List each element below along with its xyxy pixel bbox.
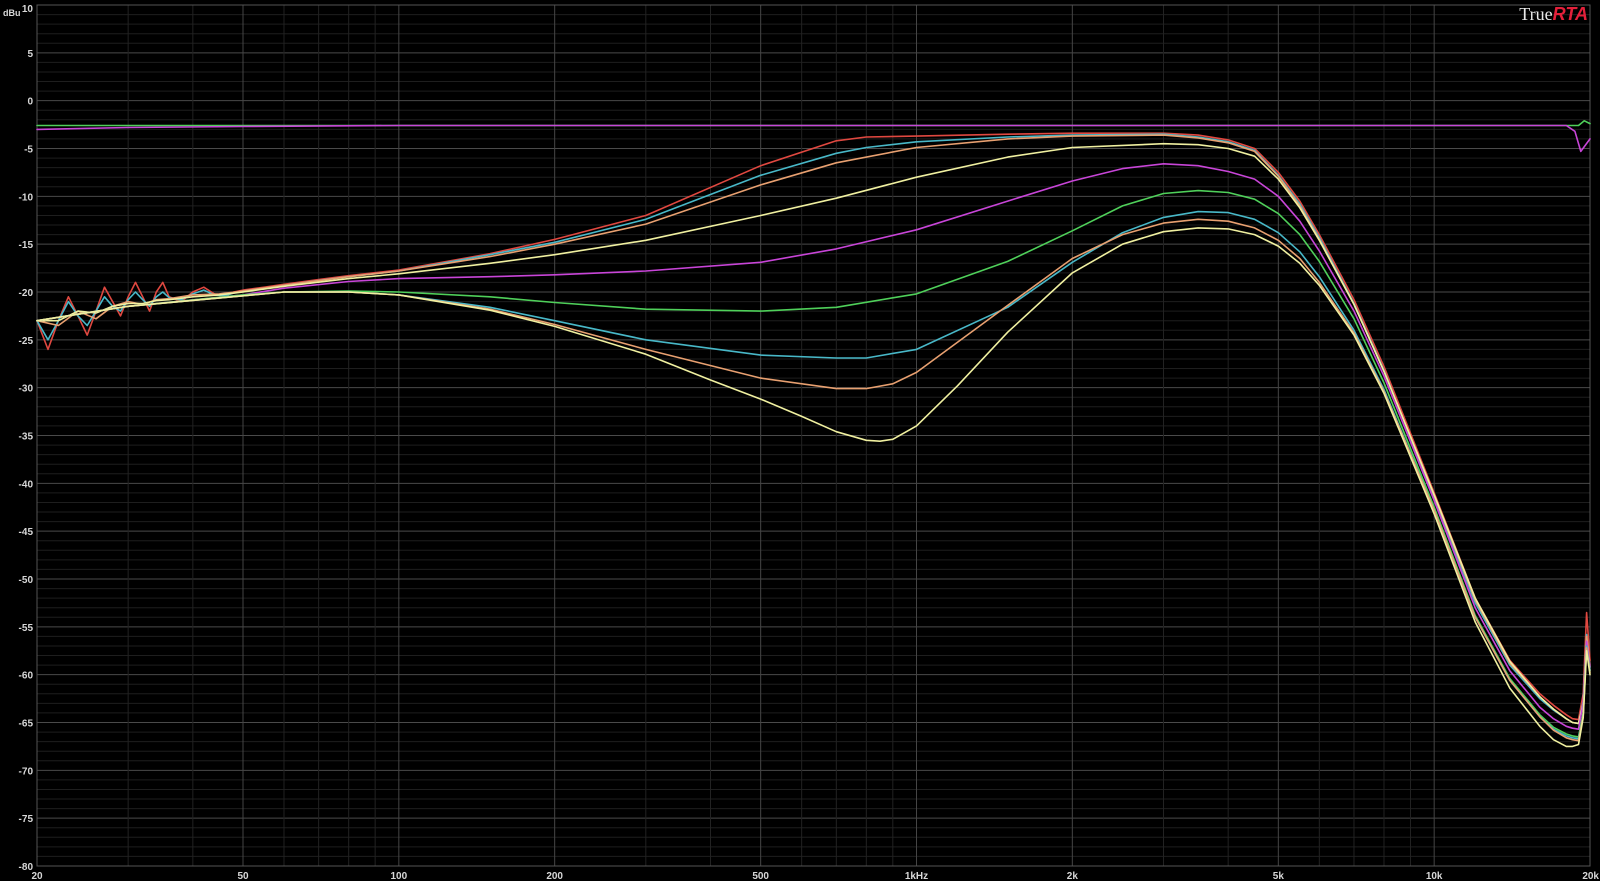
y-tick-label: -35 bbox=[19, 432, 34, 443]
y-tick-label: -15 bbox=[19, 240, 34, 251]
x-tick-label: 5k bbox=[1273, 871, 1285, 881]
truerta-logo: TrueRTA bbox=[1519, 4, 1588, 24]
y-tick-label: -65 bbox=[19, 719, 34, 730]
x-tick-label: 2k bbox=[1067, 871, 1079, 881]
y-tick-label: -70 bbox=[19, 766, 34, 777]
x-tick-label: 10k bbox=[1426, 871, 1443, 881]
y-tick-label: -20 bbox=[19, 288, 34, 299]
y-tick-label: 0 bbox=[27, 97, 33, 108]
chart-background bbox=[0, 0, 1600, 881]
y-tick-label: -55 bbox=[19, 623, 34, 634]
y-tick-label: -25 bbox=[19, 336, 34, 347]
y-tick-label: -60 bbox=[19, 671, 34, 682]
x-tick-label: 1kHz bbox=[905, 871, 928, 881]
logo-text-rta: RTA bbox=[1553, 4, 1588, 24]
y-tick-label: -5 bbox=[24, 145, 33, 156]
y-tick-label: -75 bbox=[19, 814, 34, 825]
logo-text-true: True bbox=[1519, 4, 1552, 24]
x-tick-label: 500 bbox=[752, 871, 769, 881]
x-tick-label: 100 bbox=[390, 871, 407, 881]
y-tick-label: -40 bbox=[19, 479, 34, 490]
x-tick-label: 50 bbox=[237, 871, 249, 881]
y-tick-label: -45 bbox=[19, 527, 34, 538]
x-tick-label: 20 bbox=[31, 871, 43, 881]
x-tick-label: 20k bbox=[1582, 871, 1599, 881]
y-tick-label: -10 bbox=[19, 192, 34, 203]
y-tick-label: -30 bbox=[19, 384, 34, 395]
y-axis-unit-label: dBu bbox=[3, 8, 21, 18]
y-tick-label: 10 bbox=[22, 4, 34, 15]
frequency-response-chart: 1050-5-10-15-20-25-30-35-40-45-50-55-60-… bbox=[0, 0, 1600, 881]
y-tick-label: 5 bbox=[27, 49, 33, 60]
y-tick-label: -50 bbox=[19, 575, 34, 586]
x-tick-label: 200 bbox=[546, 871, 563, 881]
